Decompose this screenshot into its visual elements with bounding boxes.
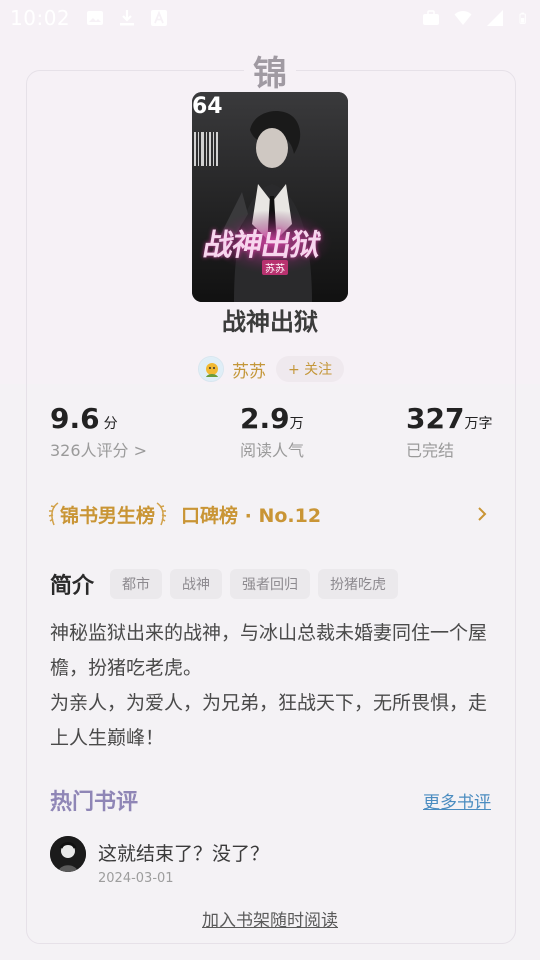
intro-paragraph: 为亲人，为爱人，为兄弟，狂战天下，无所畏惧，走上人生巅峰！ (50, 692, 488, 749)
briefcase-icon (423, 10, 439, 25)
hot-reviews-title: 热门书评 (50, 790, 139, 815)
rank-position: 口碑榜 · No.12 (181, 504, 322, 527)
laurel-right-icon (156, 502, 167, 526)
image-icon (87, 11, 104, 25)
wifi-icon (454, 10, 472, 25)
brand-seal-logo: 锦 (244, 48, 296, 94)
review-item[interactable]: 这就结束了？没了？ 2024-03-01 (50, 835, 490, 891)
brand-seal-char: 锦 (253, 53, 287, 94)
rating-unit: 分 (103, 416, 118, 432)
intro-paragraph: 神秘监狱出来的战神，与冰山总裁未婚妻同住一个屋檐，扮猪吃老虎。 (50, 622, 488, 679)
chevron-right-icon (478, 507, 487, 521)
popularity-stat: 2.9万 阅读人气 (240, 402, 304, 461)
word-count-value: 327 (406, 402, 465, 435)
signal-icon (487, 10, 503, 26)
cover-author: 苏苏 (262, 260, 288, 275)
rating-stat[interactable]: 9.6 分 326人评分 > (50, 402, 147, 461)
tag-chip[interactable]: 扮猪吃虎 (318, 569, 399, 599)
review-text: 这就结束了？没了？ (98, 843, 270, 865)
popularity-label: 阅读人气 (240, 441, 305, 460)
rating-count-label: 326人评分 > (50, 441, 148, 460)
intro-header: 简介 都市 战神 强者回归 扮猪吃虎 (50, 568, 406, 600)
author-row: 苏苏 + 关注 (198, 355, 345, 383)
tag-chip[interactable]: 都市 (110, 569, 163, 599)
follow-button[interactable]: + 关注 (276, 356, 345, 382)
author-name[interactable]: 苏苏 (232, 357, 266, 382)
status-time: 10:02 (10, 6, 71, 30)
review-date: 2024-03-01 (98, 871, 174, 886)
cover-number: 64 (192, 94, 223, 119)
word-count-unit: 万字 (464, 416, 493, 432)
cover-title: 战神出狱 (200, 228, 323, 263)
tag-chip[interactable]: 强者回归 (230, 569, 311, 599)
reviewer-avatar-image (50, 836, 86, 872)
download-icon (120, 10, 135, 26)
author-avatar-image (199, 357, 223, 381)
book-cover[interactable]: 64 战神出狱 苏苏 (192, 92, 348, 302)
rating-value: 9.6 (50, 402, 100, 435)
status-label: 已完结 (406, 441, 455, 460)
tag-chip[interactable]: 战神 (170, 569, 223, 599)
laurel-left-icon (48, 502, 59, 526)
font-icon (151, 10, 168, 26)
battery-icon (519, 12, 526, 24)
more-reviews-link[interactable]: 更多书评 (423, 788, 491, 813)
author-avatar[interactable] (198, 356, 224, 382)
rank-badge: 锦书男生榜 (48, 501, 167, 528)
rank-row[interactable]: 锦书男生榜 口碑榜 · No.12 (48, 498, 492, 530)
intro-text: 神秘监狱出来的战神，与冰山总裁未婚妻同住一个屋檐，扮猪吃老虎。 为亲人，为爱人，… (50, 616, 498, 756)
popularity-value: 2.9 (240, 402, 290, 435)
reviewer-avatar[interactable] (50, 836, 86, 872)
intro-title: 简介 (50, 574, 95, 599)
rank-board-name: 锦书男生榜 (60, 504, 156, 527)
add-to-shelf-link[interactable]: 加入书架随时阅读 (0, 906, 540, 931)
book-title: 战神出狱 (222, 308, 318, 336)
popularity-unit: 万 (289, 416, 304, 432)
status-bar: 10:02 (0, 0, 540, 36)
word-count-stat: 327万字 已完结 (406, 402, 492, 461)
